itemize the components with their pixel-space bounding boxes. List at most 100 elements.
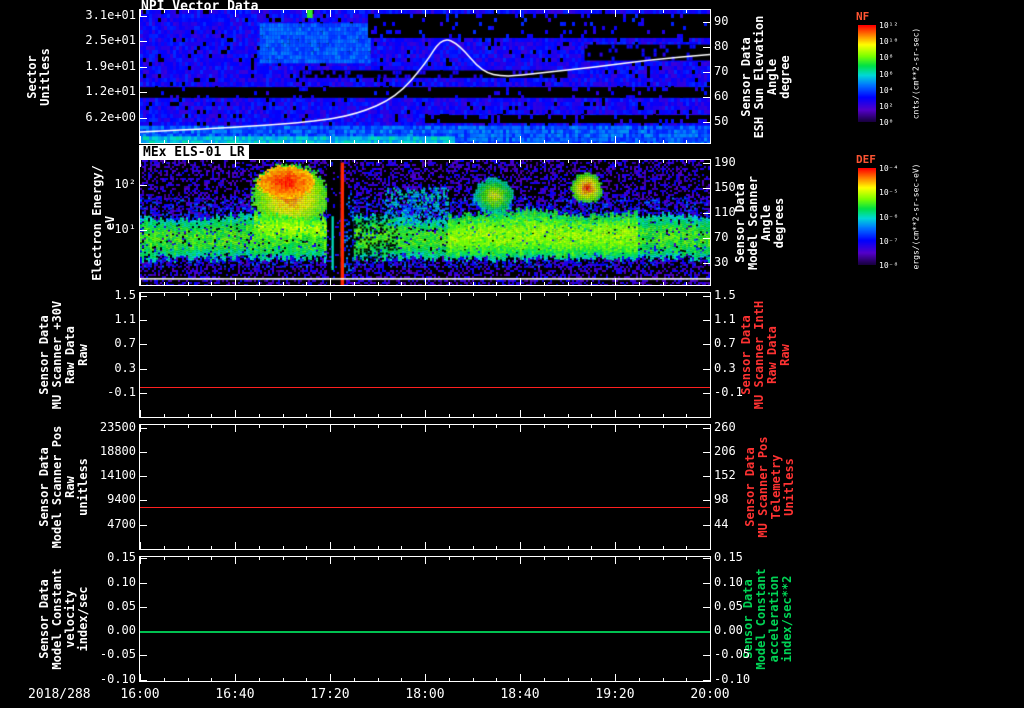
x-tick-mark bbox=[283, 282, 284, 285]
colorbar-tick-label: 10⁻⁷ bbox=[879, 236, 899, 246]
x-tick-mark bbox=[259, 160, 260, 163]
x-tick-mark bbox=[710, 293, 711, 300]
x-tick-mark bbox=[283, 10, 284, 13]
y-tick-label-left: 1.2e+01 bbox=[85, 84, 136, 99]
x-tick-mark bbox=[330, 674, 331, 681]
x-tick-mark bbox=[354, 678, 355, 681]
x-tick-mark bbox=[615, 293, 616, 300]
y-tick-mark bbox=[140, 607, 147, 608]
x-tick-mark bbox=[544, 282, 545, 285]
y-tick-label-right: 80 bbox=[714, 38, 729, 53]
x-tick-mark bbox=[568, 282, 569, 285]
y-tick-label-left: 0.15 bbox=[107, 550, 136, 565]
x-tick-mark bbox=[164, 557, 165, 560]
x-tick-mark bbox=[330, 278, 331, 285]
x-tick-mark bbox=[496, 282, 497, 285]
x-tick-mark bbox=[425, 136, 426, 143]
x-tick-mark bbox=[639, 282, 640, 285]
x-tick-mark bbox=[211, 140, 212, 143]
y-tick-mark bbox=[703, 500, 710, 501]
x-tick-mark bbox=[378, 425, 379, 428]
y-tick-label-left: 9400 bbox=[107, 492, 136, 507]
x-tick-mark bbox=[496, 557, 497, 560]
x-tick-mark bbox=[401, 678, 402, 681]
y-tick-label-right: 206 bbox=[714, 443, 736, 458]
x-tick-mark bbox=[568, 10, 569, 13]
x-tick-mark bbox=[425, 410, 426, 417]
x-tick-mark bbox=[330, 410, 331, 417]
x-tick-mark bbox=[663, 678, 664, 681]
x-tick-mark bbox=[473, 546, 474, 549]
y-tick-mark bbox=[140, 320, 147, 321]
x-tick-mark bbox=[354, 414, 355, 417]
x-tick-mark bbox=[140, 160, 141, 167]
x-tick-mark bbox=[211, 678, 212, 681]
y-tick-mark bbox=[703, 476, 710, 477]
x-tick-mark bbox=[259, 282, 260, 285]
x-tick-mark bbox=[639, 10, 640, 13]
colorbar-tick-label: 10⁻⁵ bbox=[879, 188, 899, 198]
y-tick-label-right: 110 bbox=[714, 205, 736, 219]
x-tick-mark bbox=[188, 293, 189, 296]
y-tick-label-right: 0.7 bbox=[714, 336, 736, 351]
npi-heatmap-canvas bbox=[140, 10, 710, 143]
y-tick-mark bbox=[140, 230, 147, 231]
x-tick-mark bbox=[259, 10, 260, 13]
y-tick-label-right: 1.5 bbox=[714, 288, 736, 303]
y-tick-mark bbox=[140, 525, 147, 526]
data-series-line bbox=[140, 631, 710, 633]
x-tick-mark bbox=[686, 10, 687, 13]
x-tick-mark bbox=[663, 293, 664, 296]
nf-colorbar bbox=[858, 25, 876, 122]
x-tick-mark bbox=[164, 10, 165, 13]
x-tick-mark bbox=[449, 10, 450, 13]
tplot-display: NPI Vector Data MEx ELS-01 LR Sector Uni… bbox=[0, 0, 1024, 708]
x-tick-mark bbox=[639, 414, 640, 417]
x-tick-mark bbox=[615, 410, 616, 417]
x-tick-mark bbox=[496, 425, 497, 428]
x-tick-mark bbox=[378, 557, 379, 560]
scanner-pos-panel bbox=[139, 424, 711, 550]
def-colorbar bbox=[858, 168, 876, 265]
x-tick-mark bbox=[710, 160, 711, 167]
x-tick-mark bbox=[473, 414, 474, 417]
y-tick-label-left: 18800 bbox=[99, 443, 136, 458]
x-tick-mark bbox=[686, 414, 687, 417]
x-tick-mark bbox=[544, 10, 545, 13]
x-tick-mark bbox=[520, 278, 521, 285]
y-tick-label-left: 2.5e+01 bbox=[85, 33, 136, 48]
x-tick-mark bbox=[425, 293, 426, 300]
x-tick-mark bbox=[639, 160, 640, 163]
x-tick-mark bbox=[235, 293, 236, 300]
x-tick-mark bbox=[686, 282, 687, 285]
y-tick-label-left: 14100 bbox=[99, 468, 136, 483]
x-tick-mark bbox=[473, 10, 474, 13]
x-tick-mark bbox=[401, 557, 402, 560]
time-tick-label: 16:00 bbox=[120, 687, 160, 702]
x-tick-mark bbox=[235, 278, 236, 285]
x-tick-mark bbox=[188, 414, 189, 417]
y-tick-mark bbox=[703, 122, 710, 123]
y-tick-label-right: 1.1 bbox=[714, 312, 736, 327]
time-tick-label: 19:20 bbox=[595, 687, 635, 702]
y-tick-mark bbox=[140, 344, 147, 345]
y-tick-mark bbox=[140, 92, 147, 93]
time-tick-label: 17:20 bbox=[310, 687, 350, 702]
y-tick-label-right: 152 bbox=[714, 468, 736, 483]
y-tick-mark bbox=[703, 296, 710, 297]
y-tick-mark bbox=[703, 22, 710, 23]
x-tick-mark bbox=[663, 282, 664, 285]
x-tick-mark bbox=[544, 425, 545, 428]
x-tick-mark bbox=[306, 414, 307, 417]
els-spectrogram-panel bbox=[139, 159, 711, 286]
y-tick-label-right: 98 bbox=[714, 492, 729, 507]
def-colorbar-units: ergs/(cm**2-sr-sec-eV) bbox=[911, 163, 921, 270]
y-tick-label-left: 1.1 bbox=[114, 312, 136, 327]
x-tick-mark bbox=[425, 557, 426, 564]
x-tick-mark bbox=[496, 160, 497, 163]
colorbar-tick-label: 10¹² bbox=[879, 21, 899, 30]
x-tick-mark bbox=[615, 10, 616, 17]
x-tick-mark bbox=[164, 546, 165, 549]
y-tick-mark bbox=[140, 296, 147, 297]
x-tick-mark bbox=[591, 678, 592, 681]
